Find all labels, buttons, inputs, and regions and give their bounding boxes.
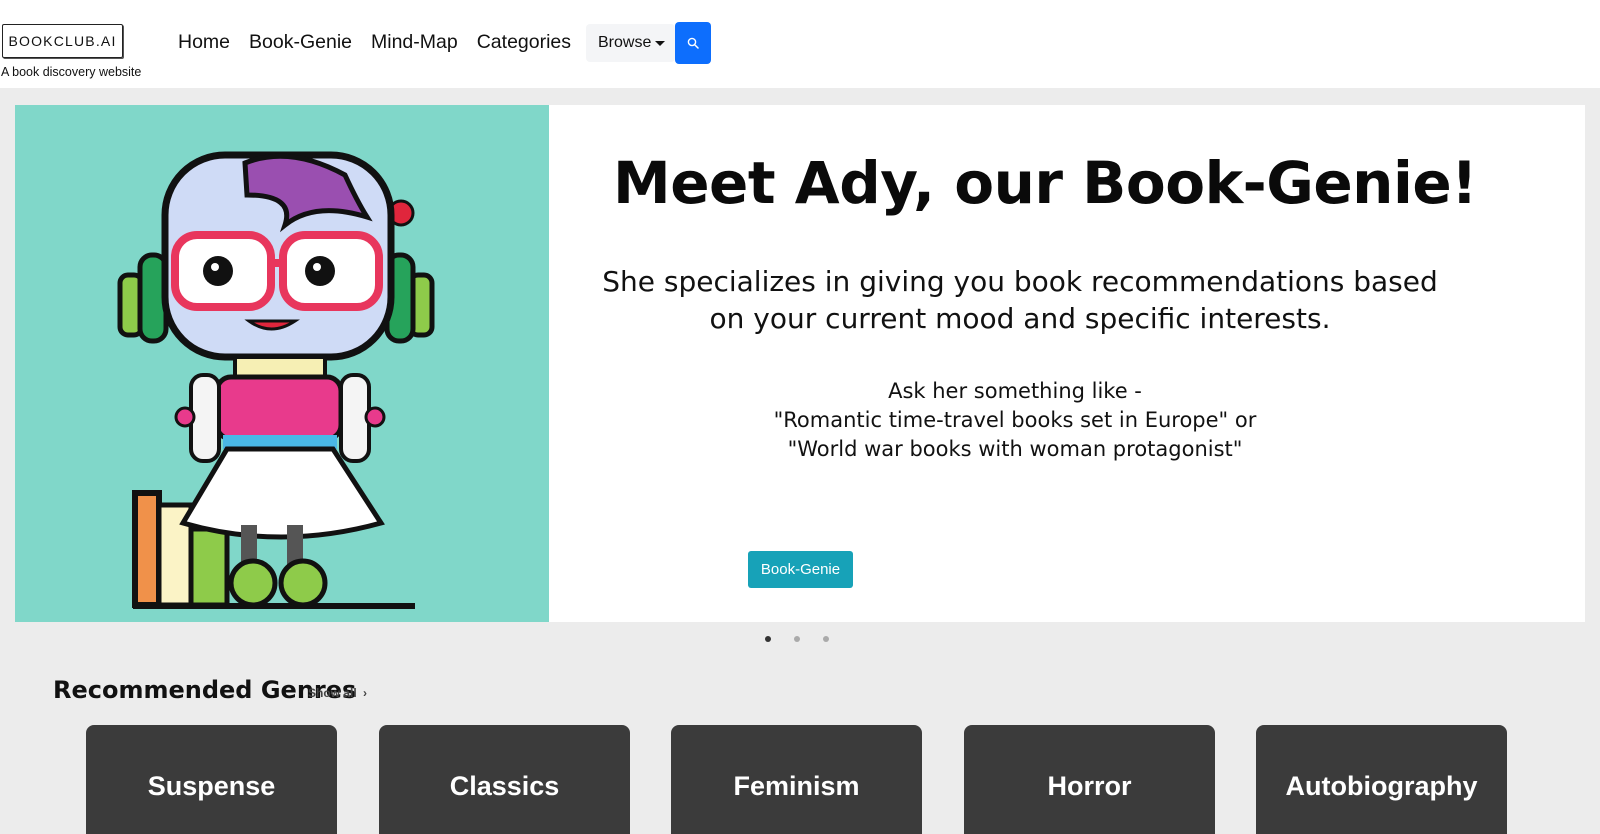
search-icon bbox=[687, 37, 699, 49]
hero-carousel: Meet Ady, our Book-Genie! She specialize… bbox=[15, 105, 1585, 622]
site-header: BOOKCLUB.AI A book discovery website Hom… bbox=[0, 0, 1600, 88]
genre-card-classics[interactable]: Classics bbox=[379, 725, 630, 834]
hero-example-line: "World war books with woman protagonist" bbox=[787, 437, 1243, 461]
hero-description-line: She specializes in giving you book recom… bbox=[602, 265, 1438, 298]
site-logo[interactable]: BOOKCLUB.AI bbox=[2, 24, 123, 58]
book-genie-button[interactable]: Book-Genie bbox=[748, 551, 853, 588]
main-content: Meet Ady, our Book-Genie! She specialize… bbox=[0, 88, 1600, 834]
search-button[interactable] bbox=[675, 22, 711, 64]
genre-card-suspense[interactable]: Suspense bbox=[86, 725, 337, 834]
show-all-link[interactable]: Show all › bbox=[308, 686, 367, 700]
carousel-indicators bbox=[765, 636, 829, 642]
site-tagline: A book discovery website bbox=[1, 65, 142, 79]
caret-down-icon bbox=[655, 41, 666, 46]
hero-example-line: Ask her something like - bbox=[888, 379, 1142, 403]
nav-mind-map-link[interactable]: Mind-Map bbox=[371, 30, 458, 54]
hero-examples: Ask her something like - "Romantic time-… bbox=[715, 377, 1315, 464]
hero-example-line: "Romantic time-travel books set in Europ… bbox=[773, 408, 1257, 432]
show-all-label: Show all bbox=[308, 686, 357, 700]
carousel-indicator-3[interactable] bbox=[823, 636, 829, 642]
book-genie-illustration bbox=[15, 105, 549, 622]
nav-categories-link[interactable]: Categories bbox=[477, 30, 571, 54]
genre-card-horror[interactable]: Horror bbox=[964, 725, 1215, 834]
genre-card-autobiography[interactable]: Autobiography bbox=[1256, 725, 1507, 834]
genre-card-feminism[interactable]: Feminism bbox=[671, 725, 922, 834]
hero-title: Meet Ady, our Book-Genie! bbox=[613, 149, 1478, 217]
browse-dropdown[interactable]: Browse bbox=[586, 24, 675, 62]
browse-label: Browse bbox=[598, 34, 652, 51]
carousel-indicator-2[interactable] bbox=[794, 636, 800, 642]
robot-girl-image bbox=[117, 151, 435, 609]
chevron-right-icon: › bbox=[363, 686, 368, 700]
hero-description: She specializes in giving you book recom… bbox=[575, 263, 1465, 337]
carousel-indicator-1[interactable] bbox=[765, 636, 771, 642]
nav-book-genie-link[interactable]: Book-Genie bbox=[249, 30, 352, 54]
main-nav: Home Book-Genie Mind-Map Categories bbox=[178, 30, 590, 54]
nav-home-link[interactable]: Home bbox=[178, 30, 230, 54]
hero-description-line: on your current mood and specific intere… bbox=[709, 302, 1331, 335]
